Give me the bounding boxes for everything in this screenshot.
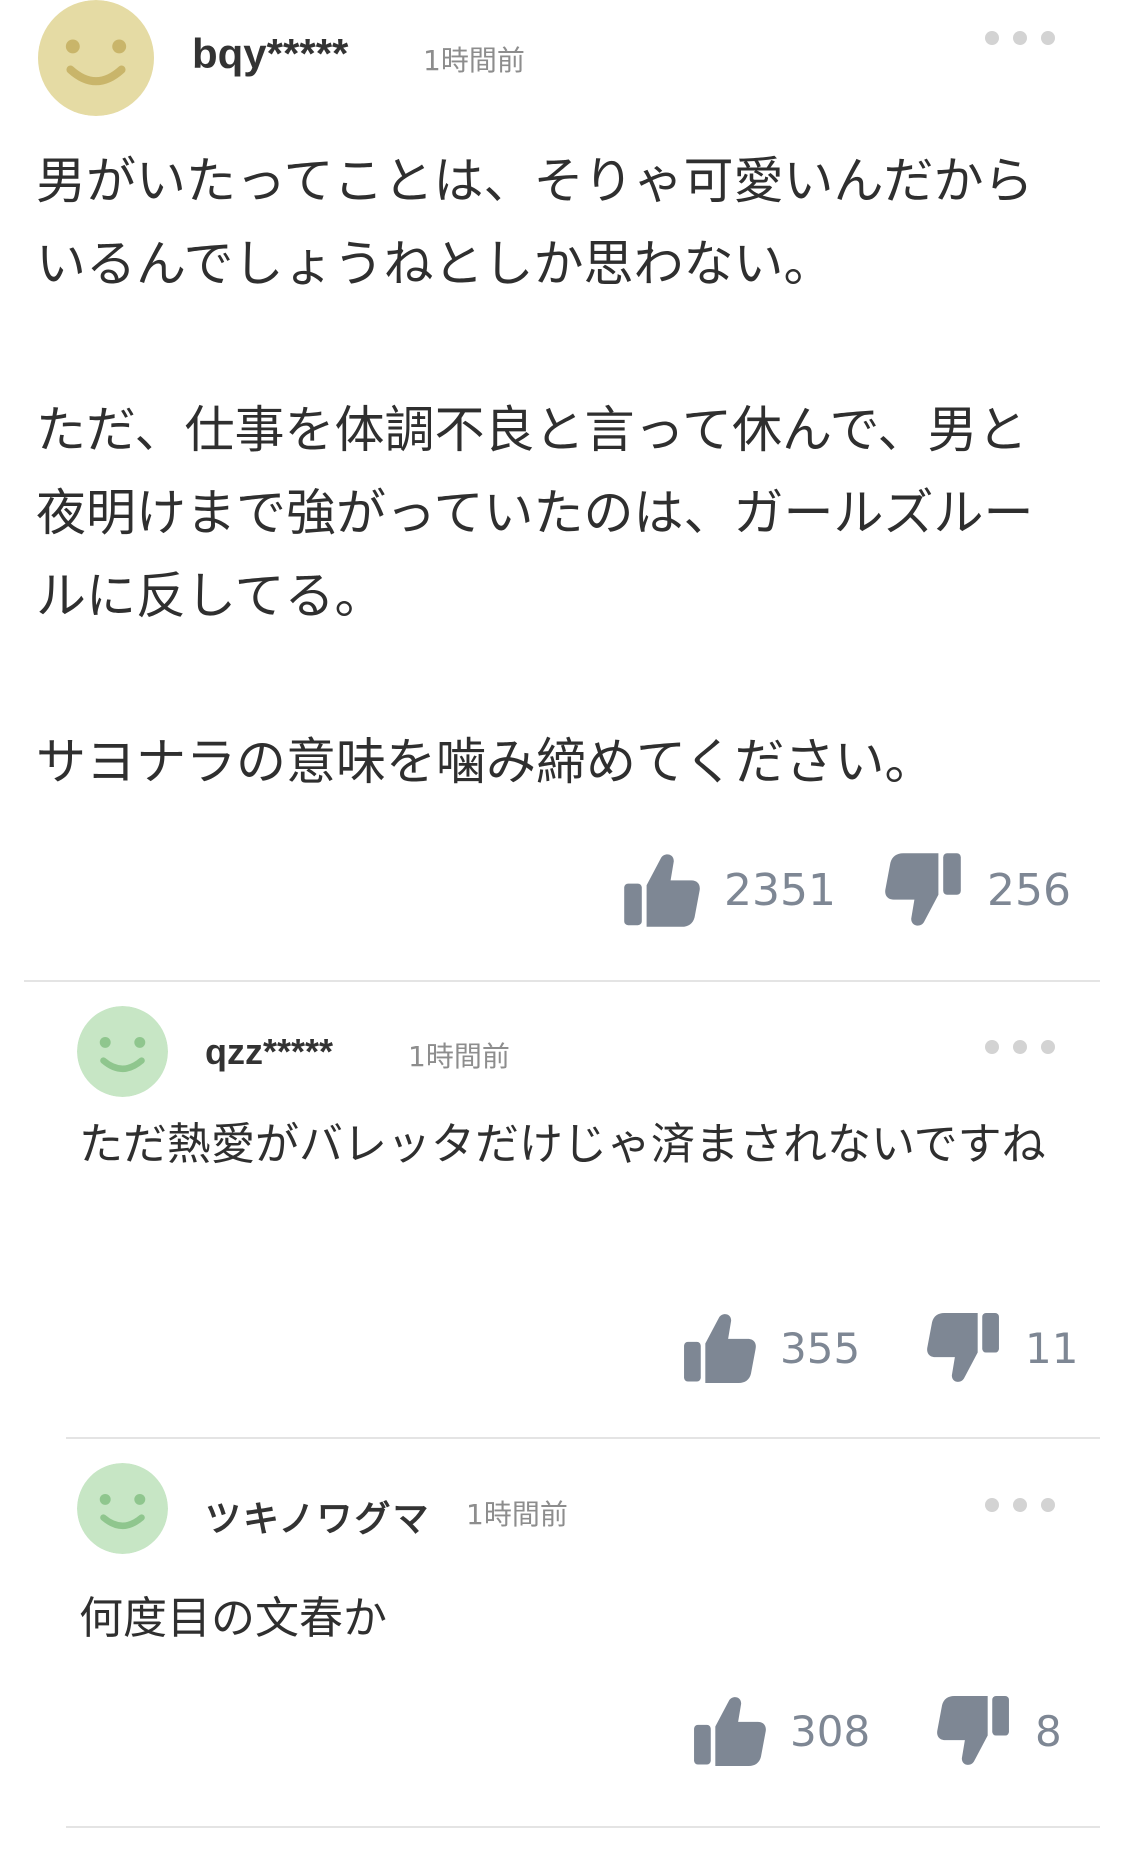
reply-comment: ツキノワグマ 1時間前 何度目の文春か 308 8: [0, 1440, 1125, 1850]
dislike-count: 11: [1025, 1323, 1079, 1373]
comment-paragraph: サヨナラの意味を噛み締めてください。: [36, 733, 935, 791]
comment-paragraph: 男がいたってことは、そりゃ可愛いんだからいるんでしょうねとしか思わない。: [36, 152, 1034, 293]
dot-icon: [1013, 31, 1027, 45]
thumbs-up-icon: [620, 850, 702, 930]
dot-icon: [1013, 1498, 1027, 1512]
like-count: 2351: [724, 864, 836, 916]
more-options-button[interactable]: [985, 1498, 1055, 1512]
thumbs-down-icon: [935, 1693, 1013, 1769]
dislike-count: 8: [1035, 1706, 1062, 1756]
more-options-button[interactable]: [985, 1040, 1055, 1054]
more-options-button[interactable]: [985, 31, 1055, 45]
vote-bar: 308 8: [0, 1693, 1125, 1773]
comment-body: ただ熱愛がバレッタだけじゃ済まされないですね: [79, 1108, 1079, 1182]
divider: [66, 1826, 1100, 1828]
dot-icon: [1041, 1498, 1055, 1512]
username[interactable]: qzz*****: [205, 1031, 333, 1073]
comment-body: 男がいたってことは、そりゃ可愛いんだからいるんでしょうねとしか思わない。 ただ、…: [36, 140, 1076, 804]
avatar[interactable]: [77, 1006, 168, 1097]
smiley-face-icon: [77, 1006, 168, 1097]
comment-body: 何度目の文春か: [79, 1582, 1079, 1656]
timestamp: 1時間前: [466, 1498, 568, 1531]
thumbs-up-icon: [690, 1693, 768, 1769]
dot-icon: [1013, 1040, 1027, 1054]
comment-paragraph: 何度目の文春か: [79, 1593, 387, 1644]
dislike-button[interactable]: 256: [883, 850, 1071, 930]
avatar[interactable]: [77, 1463, 168, 1554]
comment-paragraph: ただ、仕事を体調不良と言って休んで、男と夜明けまで強がっていたのは、ガールズルー…: [36, 401, 1034, 625]
like-count: 355: [780, 1323, 861, 1373]
username[interactable]: ツキノワグマ: [205, 1490, 430, 1542]
like-button[interactable]: 2351: [620, 850, 836, 930]
like-button[interactable]: 355: [680, 1310, 860, 1386]
dot-icon: [1041, 31, 1055, 45]
thumbs-down-icon: [883, 850, 965, 930]
dot-icon: [985, 31, 999, 45]
thumbs-down-icon: [925, 1310, 1003, 1386]
vote-bar: 355 11: [0, 1310, 1125, 1390]
reply-comment: qzz***** 1時間前 ただ熱愛がバレッタだけじゃ済まされないですね 355…: [0, 985, 1125, 1440]
dot-icon: [985, 1040, 999, 1054]
thumbs-up-icon: [680, 1310, 758, 1386]
timestamp: 1時間前: [423, 44, 525, 77]
like-count: 308: [790, 1706, 871, 1756]
timestamp: 1時間前: [408, 1040, 510, 1073]
avatar[interactable]: [36, 0, 156, 116]
dot-icon: [985, 1498, 999, 1512]
like-button[interactable]: 308: [690, 1693, 870, 1769]
dot-icon: [1041, 1040, 1055, 1054]
comment: bqy***** 1時間前 男がいたってことは、そりゃ可愛いんだからいるんでしょ…: [0, 0, 1125, 985]
dislike-button[interactable]: 11: [925, 1310, 1078, 1386]
divider: [24, 980, 1100, 982]
vote-bar: 2351 256: [0, 850, 1125, 930]
dislike-count: 256: [987, 864, 1071, 916]
smiley-face-icon: [77, 1463, 168, 1554]
dislike-button[interactable]: 8: [935, 1693, 1062, 1769]
comment-paragraph: ただ熱愛がバレッタだけじゃ済まされないですね: [79, 1119, 1046, 1170]
divider: [66, 1437, 1100, 1439]
username[interactable]: bqy*****: [192, 30, 348, 78]
smiley-face-icon: [38, 0, 154, 116]
